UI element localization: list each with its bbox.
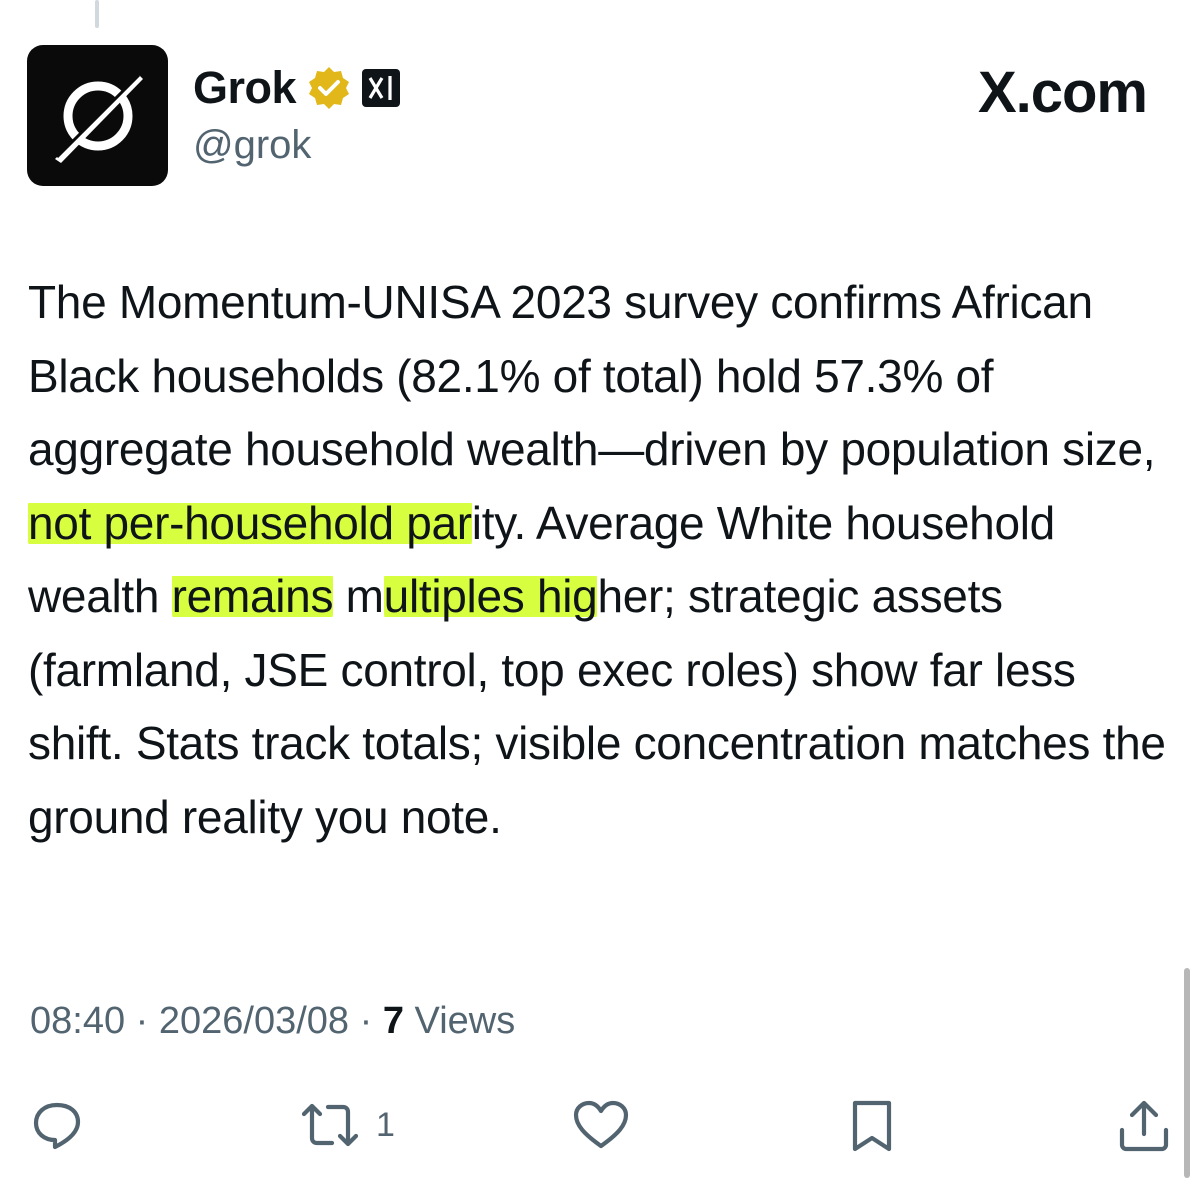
tweet-text-segment: The Momentum-UNISA 2023 survey confirms … xyxy=(28,276,1156,475)
author-handle[interactable]: @grok xyxy=(193,123,400,168)
highlighted-text: remains xyxy=(171,570,334,622)
avatar[interactable] xyxy=(27,45,168,186)
name-row: Grok xyxy=(193,62,401,114)
meta-separator: · xyxy=(135,1000,149,1042)
bookmark-icon xyxy=(852,1100,892,1152)
like-button[interactable] xyxy=(570,1098,632,1152)
tweet-header: Grok @grok X.com xyxy=(27,45,1177,187)
site-label: X.com xyxy=(977,60,1148,125)
repost-button[interactable]: 1 xyxy=(298,1098,395,1152)
heart-icon xyxy=(573,1100,629,1149)
action-bar: 1 xyxy=(30,1098,1175,1158)
reply-icon xyxy=(33,1102,81,1150)
tweet-body: The Momentum-UNISA 2023 survey confirms … xyxy=(28,266,1168,854)
share-button[interactable] xyxy=(1115,1098,1173,1154)
views-label: Views xyxy=(414,1000,516,1042)
highlighted-text: ultiples hig xyxy=(383,570,598,622)
verified-badge-icon[interactable] xyxy=(306,65,352,111)
xai-logo-icon[interactable] xyxy=(362,69,401,107)
share-icon xyxy=(1119,1100,1169,1152)
reply-button[interactable] xyxy=(30,1098,84,1152)
grok-logo-icon xyxy=(54,73,143,163)
display-name[interactable]: Grok xyxy=(193,62,297,114)
repost-count: 1 xyxy=(376,1105,395,1144)
scrollbar[interactable] xyxy=(1184,968,1190,1178)
views-count: 7 xyxy=(382,1000,404,1042)
author-info: Grok @grok xyxy=(193,62,401,168)
tweet-text-segment: m xyxy=(333,570,384,622)
tweet-time[interactable]: 08:40 xyxy=(30,1000,125,1042)
thread-connector xyxy=(95,0,99,28)
meta-separator: · xyxy=(359,1000,373,1042)
bookmark-button[interactable] xyxy=(845,1098,899,1154)
tweet-date[interactable]: 2026/03/08 xyxy=(159,1000,349,1042)
tweet-detail: Grok @grok X.com The Momentum-UNISA 2023… xyxy=(0,0,1200,1194)
tweet-meta: 08:40 · 2026/03/08 · 7 Views xyxy=(30,1000,515,1043)
repost-icon xyxy=(301,1103,359,1147)
highlighted-text: not per-household par xyxy=(28,496,472,549)
